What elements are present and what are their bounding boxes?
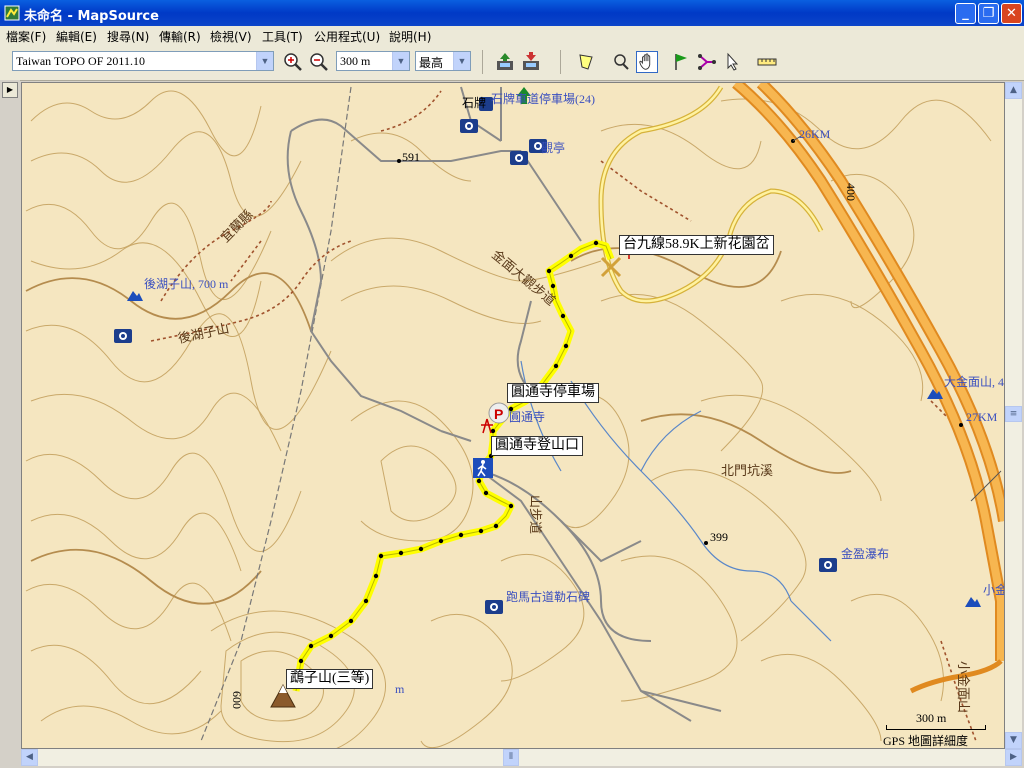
topo-map[interactable]: P 石牌車道停車場(24) 石牌 觀亭 591 399 26KM 27KM 後湖… (22, 83, 1005, 749)
summit-elev-suffix: m (395, 682, 405, 696)
beimen-creek-label: 北門坑溪 (721, 463, 773, 478)
toolbar: Taiwan TOPO OF 2011.10 ▼ 300 m ▼ 最高 ▼ (0, 46, 1024, 81)
waypoint-flag-icon[interactable] (670, 51, 692, 73)
toolbar-separator (560, 50, 561, 74)
menu-transfer[interactable]: 傳輸(R) (159, 28, 201, 45)
menu-file[interactable]: 檔案(F) (6, 28, 46, 45)
title-bar: 未命名 - MapSource _ ❐ ✕ (0, 0, 1024, 26)
zoom-scale-value: 300 m (340, 54, 371, 68)
chevron-down-icon[interactable]: ▼ (256, 52, 273, 70)
close-button[interactable]: ✕ (1001, 3, 1022, 24)
shi-label: 石牌 (462, 96, 486, 110)
map-view[interactable]: P 石牌車道停車場(24) 石牌 觀亭 591 399 26KM 27KM 後湖… (21, 82, 1005, 749)
scroll-right-button[interactable]: ▶ (1005, 749, 1022, 766)
svg-text:P: P (494, 406, 503, 422)
zoom-out-icon[interactable] (308, 51, 330, 73)
waypoint-label-yuantong-parking[interactable]: 圓通寺停車場 (507, 383, 599, 403)
map-product-select[interactable]: Taiwan TOPO OF 2011.10 ▼ (12, 51, 274, 71)
chevron-down-icon[interactable]: ▼ (392, 52, 409, 70)
chevron-down-icon[interactable]: ▼ (453, 52, 470, 70)
window-title: 未命名 - MapSource (24, 9, 159, 24)
scroll-down-button[interactable]: ▼ (1005, 732, 1022, 749)
menu-tools[interactable]: 工具(T) (262, 28, 303, 45)
elevation-400-label: 400 (844, 183, 858, 201)
km27-label: 27KM (966, 410, 998, 424)
maximize-button[interactable]: ❐ (978, 3, 999, 24)
elevation-399-label: 399 (710, 530, 728, 544)
jinsheng-falls-label: 金盈瀑布 (841, 546, 889, 561)
zoom-tool-icon[interactable] (610, 51, 632, 73)
map-tool-icon[interactable] (576, 51, 598, 73)
toolbar-separator (482, 50, 483, 74)
scale-value: 300 m (916, 711, 947, 725)
horizontal-scroll-thumb[interactable]: ⦀ (503, 749, 519, 766)
mapsource-app-icon (4, 5, 20, 21)
scroll-up-button[interactable]: ▲ (1005, 82, 1022, 99)
horizontal-scrollbar[interactable]: ◀ ⦀ ▶ (21, 749, 1022, 766)
hu-zi-shan-peak-label: 後湖子山, 700 m (144, 276, 229, 291)
zoom-in-icon[interactable] (282, 51, 304, 73)
send-to-device-icon[interactable] (494, 51, 516, 73)
menu-search[interactable]: 搜尋(N) (107, 28, 149, 45)
expand-panel-button[interactable]: ▶ (2, 82, 18, 98)
km26-label: 26KM (799, 127, 831, 141)
menu-view[interactable]: 檢視(V) (210, 28, 252, 45)
yuantong-temple-label: 圓通寺 (509, 410, 545, 424)
waypoint-label-yuantong-trailhead[interactable]: 圓通寺登山口 (491, 436, 583, 456)
scale-line (886, 725, 986, 730)
vertical-scroll-thumb[interactable]: ≡ (1005, 406, 1022, 422)
detail-select[interactable]: 最高 ▼ (415, 51, 471, 71)
elevation-600-label: 600 (230, 691, 244, 709)
hand-icon (639, 53, 651, 70)
measure-tool-icon[interactable] (756, 51, 778, 73)
detail-value: 最高 (419, 56, 444, 70)
xiaojin-label: 小金 (983, 582, 1005, 597)
map-product-value: Taiwan TOPO OF 2011.10 (16, 54, 145, 68)
menu-help[interactable]: 說明(H) (389, 28, 431, 45)
scale-bar: 300 m GPS 地圖詳細度 (883, 711, 998, 748)
route-tool-icon[interactable] (696, 51, 718, 73)
paoma-stone-label: 跑馬古道勒石碑 (506, 589, 590, 604)
parking-top-label: 石牌車道停車場(24) (491, 91, 595, 106)
elevation-591-label: 591 (402, 150, 420, 164)
hiker-icon (473, 458, 493, 478)
waypoint-label-yingge-peak[interactable]: 鵡子山(三等) (286, 669, 374, 689)
waypoint-label-provincial-road[interactable]: 台九線58.9K上新花園岔 (619, 235, 774, 255)
hand-tool-button[interactable] (636, 51, 658, 73)
guan-ting-label: 觀亭 (541, 140, 565, 155)
side-panel-strip: ▶ (0, 80, 20, 768)
vertical-scrollbar[interactable]: ▲ ≡ ▼ (1005, 82, 1022, 749)
menu-utilities[interactable]: 公用程式(U) (314, 28, 380, 45)
minimize-button[interactable]: _ (955, 3, 976, 24)
xiaojinmian-road-label: 小金面山 (956, 661, 971, 713)
scroll-left-button[interactable]: ◀ (21, 749, 38, 766)
dajinmian-label: 大金面山, 4 (944, 374, 1004, 389)
pointer-tool-icon[interactable] (722, 51, 744, 73)
receive-from-device-icon[interactable] (520, 51, 542, 73)
wu-road-label: 山步道 (528, 495, 543, 534)
zoom-scale-select[interactable]: 300 m ▼ (336, 51, 410, 71)
detail-label: GPS 地圖詳細度 (883, 732, 969, 748)
parking-waypoint-icon: P (488, 402, 510, 424)
menu-bar: 檔案(F) 編輯(E) 搜尋(N) 傳輸(R) 檢視(V) 工具(T) 公用程式… (0, 26, 1024, 46)
menu-edit[interactable]: 編輯(E) (56, 28, 97, 45)
